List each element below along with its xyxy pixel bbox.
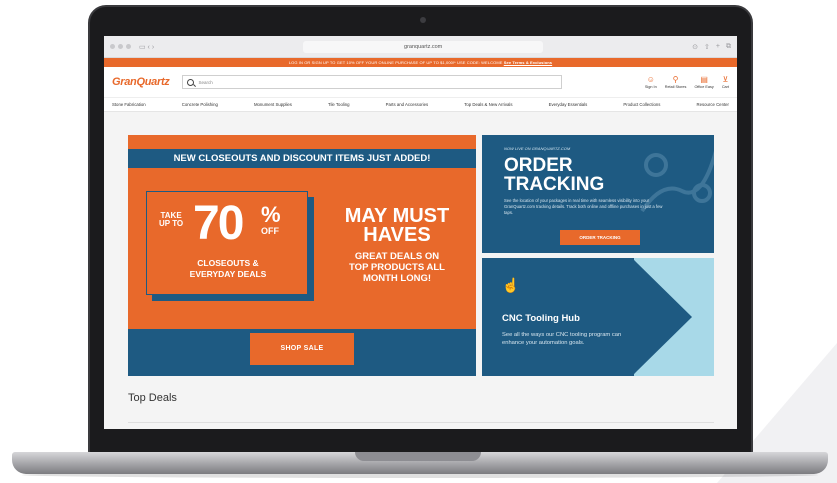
promo-terms-link[interactable]: See Terms & Exclusions bbox=[504, 60, 552, 65]
header-actions: ☺ Sign In ⚲ Retail Stores ▤ Office Easy … bbox=[645, 75, 729, 89]
sign-in-label: Sign In bbox=[644, 85, 657, 89]
promo-bar: LOG IN OR SIGN UP TO GET 10% OFF YOUR ON… bbox=[104, 58, 737, 67]
retail-stores-button[interactable]: ⚲ Retail Stores bbox=[665, 75, 687, 89]
search-input[interactable]: Search bbox=[181, 75, 562, 89]
camera-icon bbox=[420, 17, 426, 23]
off-label: OFF bbox=[261, 226, 279, 236]
top-deals-divider bbox=[128, 422, 714, 423]
close-window-icon[interactable] bbox=[110, 44, 115, 49]
everyday-deals-line: EVERYDAY DEALS bbox=[189, 269, 267, 279]
cnc-tooling-title: CNC Tooling Hub bbox=[502, 313, 580, 324]
browser-actions: ⊙ ⇧ + ⧉ bbox=[692, 43, 731, 51]
new-tab-icon[interactable]: + bbox=[716, 43, 720, 51]
site-logo[interactable]: GranQuartz bbox=[112, 76, 170, 88]
cart-label: Cart bbox=[721, 85, 729, 89]
percent-sign: % bbox=[261, 202, 281, 227]
download-icon[interactable]: ⊙ bbox=[692, 43, 698, 51]
site-header: GranQuartz Search ☺ Sign In ⚲ Retail Sto… bbox=[104, 67, 737, 97]
order-title-line-2: TRACKING bbox=[504, 174, 605, 195]
cnc-tooling-description: See all the ways our CNC tooling program… bbox=[502, 332, 622, 346]
stage: ▭ ‹ › granquartz.com ⊙ ⇧ + ⧉ LOG IN OR S… bbox=[0, 0, 837, 483]
location-pin-icon: ⚲ bbox=[672, 75, 679, 84]
nav-item-stone-fabrication[interactable]: Stone Fabrication bbox=[112, 102, 146, 107]
main-nav: Stone Fabrication Concrete Polishing Mon… bbox=[104, 97, 737, 112]
laptop-screen: ▭ ‹ › granquartz.com ⊙ ⇧ + ⧉ LOG IN OR S… bbox=[104, 36, 737, 429]
nav-item-resource-center[interactable]: Resource Center bbox=[697, 102, 729, 107]
discount-number: 70 bbox=[193, 197, 244, 250]
order-tracking-card[interactable]: NOW LIVE ON GRANQUARTZ.COM ORDER TRACKIN… bbox=[482, 135, 714, 253]
document-icon: ▤ bbox=[700, 75, 708, 84]
order-tracking-description: See the location of your packages in rea… bbox=[504, 198, 663, 215]
great-deals-line-1: GREAT DEALS ON bbox=[354, 251, 440, 262]
order-kicker: NOW LIVE ON GRANQUARTZ.COM bbox=[504, 146, 571, 151]
window-controls[interactable] bbox=[110, 44, 131, 49]
address-bar-url: granquartz.com bbox=[404, 43, 443, 50]
cart-icon: ⊻ bbox=[722, 75, 729, 84]
sidebar-toggle-icon[interactable]: ▭ ‹ › bbox=[139, 43, 154, 51]
offer-box: TAKE UP TO 70 % OFF CLOSEOUTS & EVERYDAY… bbox=[146, 191, 308, 295]
may-must-haves: MAY MUST HAVES bbox=[324, 206, 470, 246]
office-easy-label: Office Easy bbox=[694, 85, 714, 89]
maximize-window-icon[interactable] bbox=[126, 44, 131, 49]
shop-sale-button[interactable]: SHOP SALE bbox=[250, 333, 354, 365]
nav-item-concrete-polishing[interactable]: Concrete Polishing bbox=[182, 102, 218, 107]
office-easy-button[interactable]: ▤ Office Easy bbox=[694, 75, 713, 89]
pointer-hand-icon: ☝ bbox=[502, 277, 520, 293]
nav-item-top-deals[interactable]: Top Deals & New Arrivals bbox=[464, 102, 512, 107]
cnc-arrow-tip bbox=[632, 258, 692, 376]
promo-text: LOG IN OR SIGN UP TO GET 10% OFF YOUR ON… bbox=[288, 60, 503, 65]
order-title-line-1: ORDER bbox=[504, 155, 573, 176]
hero-headline: NEW CLOSEOUTS AND DISCOUNT ITEMS JUST AD… bbox=[128, 149, 476, 168]
haves-line: HAVES bbox=[363, 224, 431, 246]
cart-button[interactable]: ⊻ Cart bbox=[722, 75, 729, 89]
great-deals-text: GREAT DEALS ON TOP PRODUCTS ALL MONTH LO… bbox=[324, 251, 470, 284]
take-up-to: TAKE UP TO bbox=[159, 212, 183, 228]
retail-stores-label: Retail Stores bbox=[664, 85, 687, 89]
nav-item-everyday-essentials[interactable]: Everyday Essentials bbox=[549, 102, 588, 107]
sign-in-button[interactable]: ☺ Sign In bbox=[645, 75, 657, 89]
nav-item-product-collections[interactable]: Product Collections bbox=[623, 102, 660, 107]
top-deals-heading: Top Deals bbox=[128, 392, 177, 404]
closeouts-text: CLOSEOUTS & EVERYDAY DEALS bbox=[147, 258, 309, 280]
great-deals-line-3: MONTH LONG! bbox=[362, 273, 432, 284]
cnc-tooling-card[interactable]: ☝ CNC Tooling Hub See all the ways our C… bbox=[482, 258, 714, 376]
closeouts-line: CLOSEOUTS & bbox=[197, 258, 259, 268]
tabs-overview-icon[interactable]: ⧉ bbox=[726, 43, 731, 51]
nav-item-monument-supplies[interactable]: Monument Supplies bbox=[254, 102, 292, 107]
person-icon: ☺ bbox=[646, 75, 655, 84]
nav-item-tile-tooling[interactable]: Tile Tooling bbox=[328, 102, 350, 107]
laptop-notch bbox=[355, 452, 481, 461]
order-tracking-button[interactable]: ORDER TRACKING bbox=[560, 230, 640, 245]
search-icon bbox=[186, 78, 194, 86]
browser-toolbar: ▭ ‹ › granquartz.com ⊙ ⇧ + ⧉ bbox=[104, 36, 737, 58]
minimize-window-icon[interactable] bbox=[118, 44, 123, 49]
hero-banner[interactable]: NEW CLOSEOUTS AND DISCOUNT ITEMS JUST AD… bbox=[128, 135, 476, 376]
great-deals-line-2: TOP PRODUCTS ALL bbox=[349, 262, 445, 273]
share-icon[interactable]: ⇧ bbox=[704, 43, 710, 51]
search-placeholder: Search bbox=[198, 79, 213, 85]
nav-item-parts-accessories[interactable]: Parts and Accessories bbox=[386, 102, 429, 107]
up-to-label: UP TO bbox=[159, 219, 184, 228]
order-tracking-title: ORDER TRACKING bbox=[504, 156, 604, 194]
address-bar[interactable]: granquartz.com bbox=[303, 40, 544, 53]
